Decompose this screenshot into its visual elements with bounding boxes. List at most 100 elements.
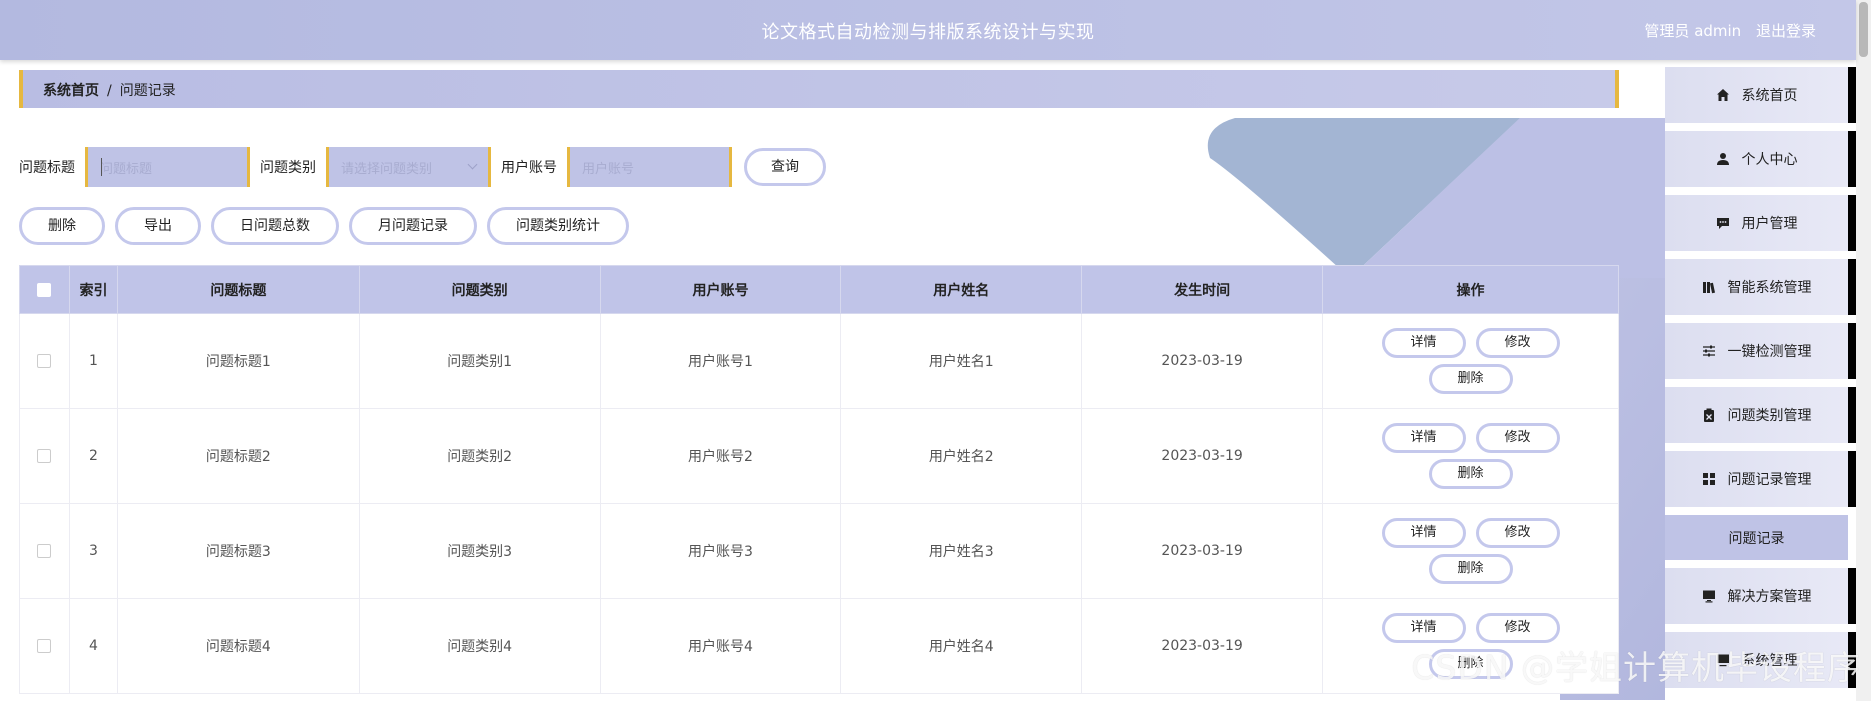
category-select[interactable]: 请选择问题类别 [326,147,491,187]
delete-button[interactable]: 删除 [1428,364,1513,394]
row-select-cell [19,503,70,599]
page-scrollbar[interactable] [1856,0,1871,701]
row-select-cell [19,408,70,504]
cell-name: 用户姓名3 [840,503,1083,599]
delete-button[interactable]: 删除 [1428,459,1513,489]
edit-button[interactable]: 修改 [1475,328,1560,358]
sidebar-menu: 系统首页 个人中心 用户管理 智能系统管理 一键检测管理 问题类别管理 问题记录… [1665,67,1856,701]
column-header[interactable]: 问题标题 [116,265,360,314]
cell-name: 用户姓名2 [840,408,1083,504]
table-header-row: 索引 问题标题 问题类别 用户账号 用户姓名 发生时间 操作 [19,265,1619,314]
top-header: 论文格式自动检测与排版系统设计与实现 管理员 admin 退出登录 [0,0,1856,60]
sidebar-item-label: 系统首页 [1741,88,1798,104]
watermark: CSDN @学姐计算机毕设程序 [1411,648,1861,687]
sidebar-item-solutions[interactable]: 解决方案管理 [1665,568,1856,624]
table-row: 3 问题标题3 问题类别3 用户账号3 用户姓名3 2023-03-19 详情 … [19,503,1619,599]
column-header[interactable]: 用户账号 [599,265,842,314]
cell-time: 2023-03-19 [1081,408,1324,504]
row-checkbox[interactable] [37,354,52,368]
scrollbar-thumb[interactable] [1859,2,1868,57]
text-cursor [101,158,102,176]
title-label: 问题标题 [19,160,75,176]
category-stats-button[interactable]: 问题类别统计 [487,207,629,245]
chat-icon [1716,216,1730,230]
sidebar-subitem-problem-records[interactable]: 问题记录 [1665,515,1848,560]
cell-index: 4 [68,598,118,694]
row-checkbox[interactable] [37,449,52,463]
monthly-records-button[interactable]: 月问题记录 [349,207,477,245]
cell-ops: 详情 修改 删除 [1322,408,1619,504]
records-table: 索引 问题标题 问题类别 用户账号 用户姓名 发生时间 操作 1 问题标题1 问… [19,265,1619,694]
sliders-icon [1702,344,1716,358]
sidebar-item-profile[interactable]: 个人中心 [1665,131,1856,187]
cell-index: 1 [68,313,118,409]
detail-button[interactable]: 详情 [1381,328,1466,358]
query-button[interactable]: 查询 [744,148,826,186]
edit-button[interactable]: 修改 [1475,518,1560,548]
action-bar: 删除 导出 日问题总数 月问题记录 问题类别统计 [19,207,629,245]
row-checkbox[interactable] [37,639,52,653]
detail-button[interactable]: 详情 [1381,613,1466,643]
user-area: 管理员 admin 退出登录 [1634,20,1816,41]
column-header[interactable]: 发生时间 [1081,265,1324,314]
table-row: 1 问题标题1 问题类别1 用户账号1 用户姓名1 2023-03-19 详情 … [19,313,1619,409]
sidebar-item-detection[interactable]: 一键检测管理 [1665,323,1856,379]
sidebar-item-label: 解决方案管理 [1727,589,1812,605]
cell-title: 问题标题1 [116,313,360,409]
select-all-cell [19,265,70,314]
cell-account: 用户账号4 [599,598,842,694]
row-checkbox[interactable] [37,544,52,558]
sidebar-item-smart-system[interactable]: 智能系统管理 [1665,259,1856,315]
table-row: 4 问题标题4 问题类别4 用户账号4 用户姓名4 2023-03-19 详情 … [19,598,1619,694]
cell-index: 2 [68,408,118,504]
sidebar-item-label: 问题记录管理 [1727,472,1812,488]
cell-ops: 详情 修改 删除 [1322,313,1619,409]
breadcrumb-separator: / [107,83,112,99]
account-placeholder: 用户账号 [582,162,635,177]
cell-category: 问题类别3 [358,503,601,599]
edit-button[interactable]: 修改 [1475,613,1560,643]
cell-time: 2023-03-19 [1081,503,1324,599]
account-search-input[interactable]: 用户账号 [567,147,732,187]
select-all-checkbox[interactable] [37,282,52,297]
detail-button[interactable]: 详情 [1381,423,1466,453]
cell-account: 用户账号1 [599,313,842,409]
user-label: 管理员 admin [1644,22,1742,40]
books-icon [1702,280,1716,294]
delete-button[interactable]: 删除 [1428,554,1513,584]
cell-category: 问题类别4 [358,598,601,694]
cell-account: 用户账号3 [599,503,842,599]
detail-button[interactable]: 详情 [1381,518,1466,548]
sidebar-item-users[interactable]: 用户管理 [1665,195,1856,251]
column-header[interactable]: 用户姓名 [840,265,1083,314]
column-header[interactable]: 索引 [68,265,118,314]
cell-ops: 详情 修改 删除 [1322,503,1619,599]
grid-icon [1702,472,1716,486]
cell-category: 问题类别1 [358,313,601,409]
export-button[interactable]: 导出 [115,207,201,245]
app-title: 论文格式自动检测与排版系统设计与实现 [761,22,1095,43]
edit-button[interactable]: 修改 [1475,423,1560,453]
cell-time: 2023-03-19 [1081,313,1324,409]
bulk-delete-button[interactable]: 删除 [19,207,105,245]
home-icon [1716,88,1730,102]
cell-title: 问题标题2 [116,408,360,504]
cell-title: 问题标题4 [116,598,360,694]
sidebar-item-label: 问题类别管理 [1727,408,1812,424]
account-label: 用户账号 [501,160,557,176]
sidebar-item-category[interactable]: 问题类别管理 [1665,387,1856,443]
column-header[interactable]: 问题类别 [358,265,601,314]
title-placeholder: 问题标题 [100,162,153,177]
category-label: 问题类别 [260,160,316,176]
cell-name: 用户姓名1 [840,313,1083,409]
category-placeholder: 请选择问题类别 [341,162,433,177]
daily-total-button[interactable]: 日问题总数 [211,207,339,245]
sidebar-item-home[interactable]: 系统首页 [1665,67,1856,123]
column-header: 操作 [1322,265,1619,314]
clipboard-icon [1702,408,1716,422]
title-search-input[interactable]: 问题标题 [85,147,250,187]
sidebar-item-records[interactable]: 问题记录管理 [1665,451,1856,507]
breadcrumb: 系统首页 / 问题记录 [19,70,1619,108]
breadcrumb-home[interactable]: 系统首页 [43,83,99,99]
logout-link[interactable]: 退出登录 [1756,22,1816,40]
